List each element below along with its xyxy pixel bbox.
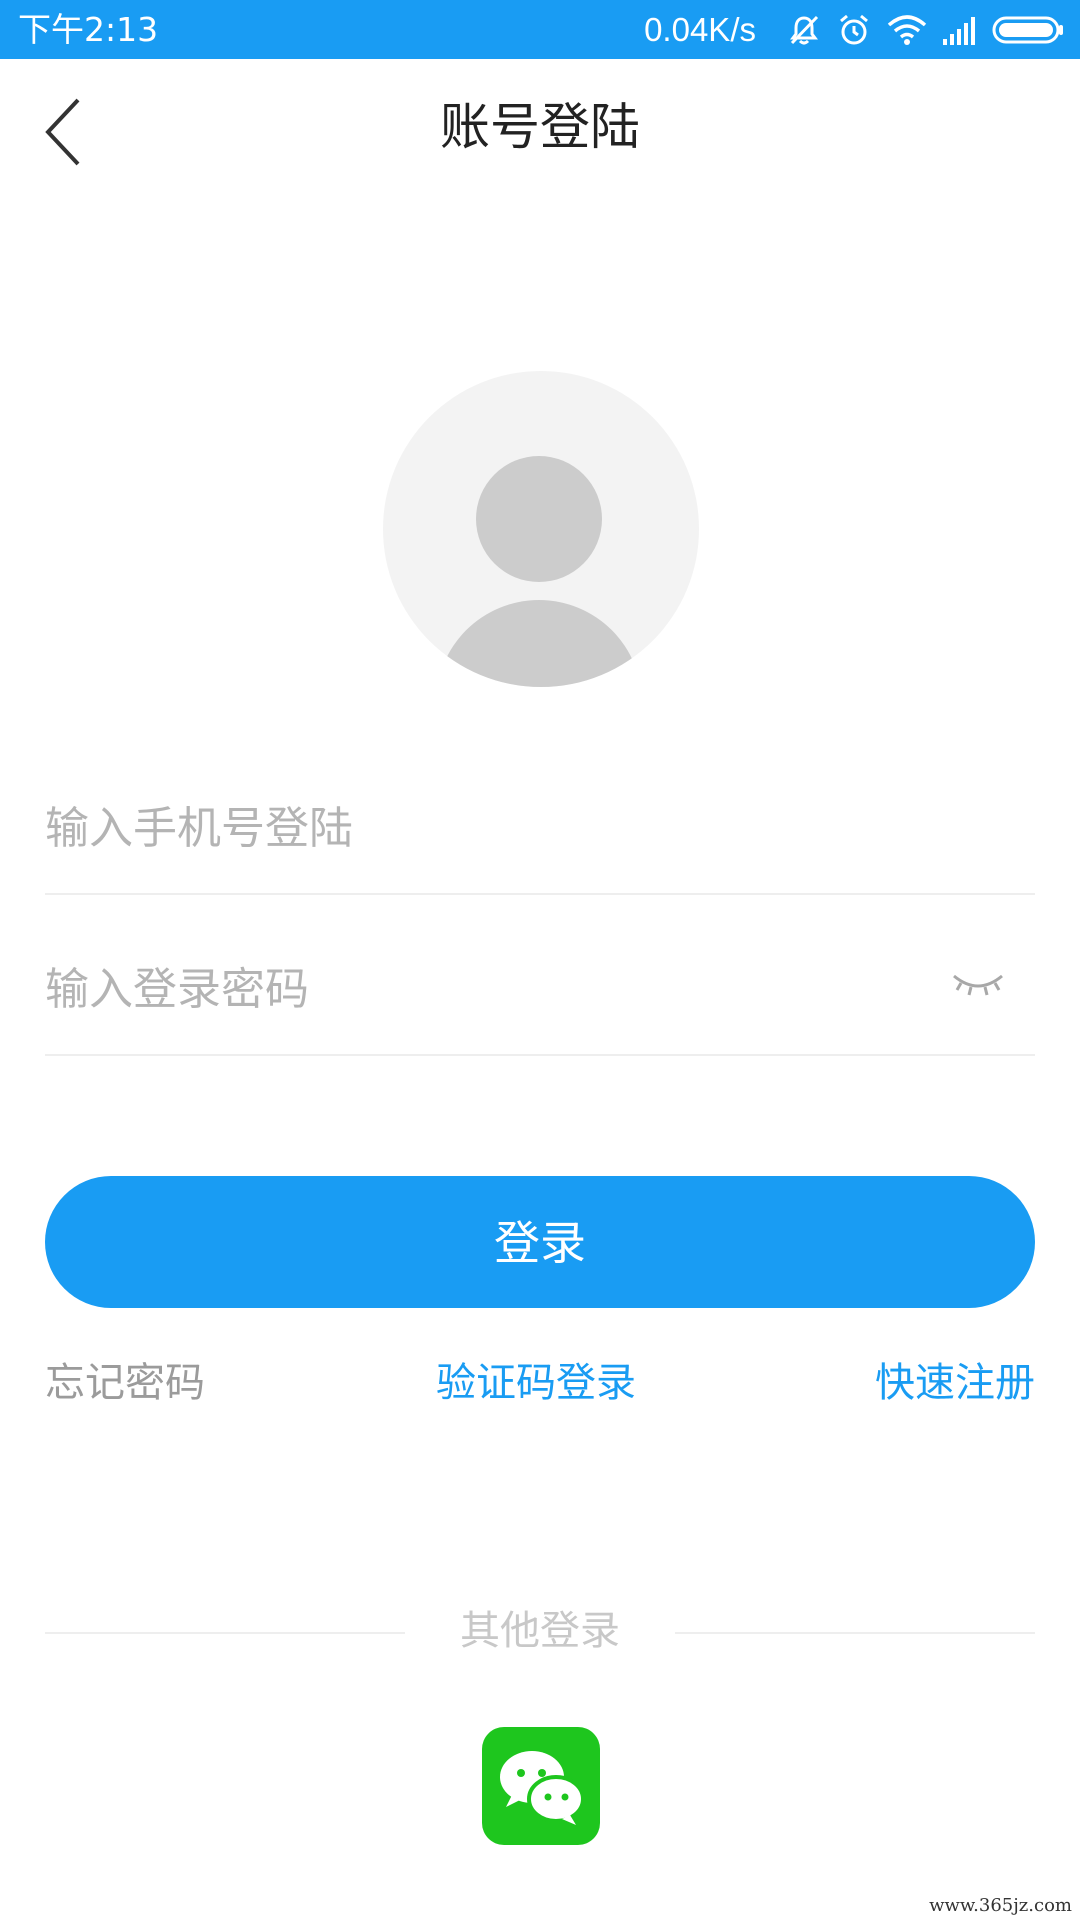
alarm-icon bbox=[840, 14, 868, 45]
network-speed: 0.04K/s bbox=[644, 11, 756, 48]
avatar-head bbox=[476, 456, 602, 582]
quick-register-link[interactable]: 快速注册 bbox=[875, 1355, 1035, 1411]
forgot-password-link[interactable]: 忘记密码 bbox=[45, 1355, 205, 1411]
sms-login-link[interactable]: 验证码登录 bbox=[436, 1355, 636, 1411]
status-time: 下午2:13 bbox=[18, 10, 159, 49]
login-button[interactable]: 登录 bbox=[45, 1176, 1035, 1308]
page-title: 账号登陆 bbox=[440, 98, 640, 156]
mute-icon bbox=[790, 15, 819, 45]
wechat-login-button[interactable] bbox=[482, 1727, 600, 1845]
wifi-icon bbox=[887, 15, 927, 45]
password-field bbox=[45, 924, 1035, 1056]
phone-field bbox=[45, 763, 1035, 895]
other-login-label: 其他登录 bbox=[460, 1608, 620, 1654]
battery-icon bbox=[992, 16, 1063, 44]
password-input[interactable] bbox=[45, 954, 895, 1024]
phone-input[interactable] bbox=[45, 793, 895, 863]
status-bar: 下午2:13 0.04K/s bbox=[0, 0, 1080, 59]
avatar-body bbox=[436, 600, 642, 687]
status-indicators: 0.04K/s bbox=[644, 8, 1064, 52]
wechat-icon bbox=[500, 1751, 585, 1825]
watermark: www.365jz.com bbox=[929, 1895, 1072, 1916]
divider-right bbox=[675, 1632, 1035, 1634]
signal-icon bbox=[943, 17, 975, 45]
eye-closed-icon[interactable] bbox=[951, 970, 1005, 1004]
avatar bbox=[383, 371, 699, 687]
